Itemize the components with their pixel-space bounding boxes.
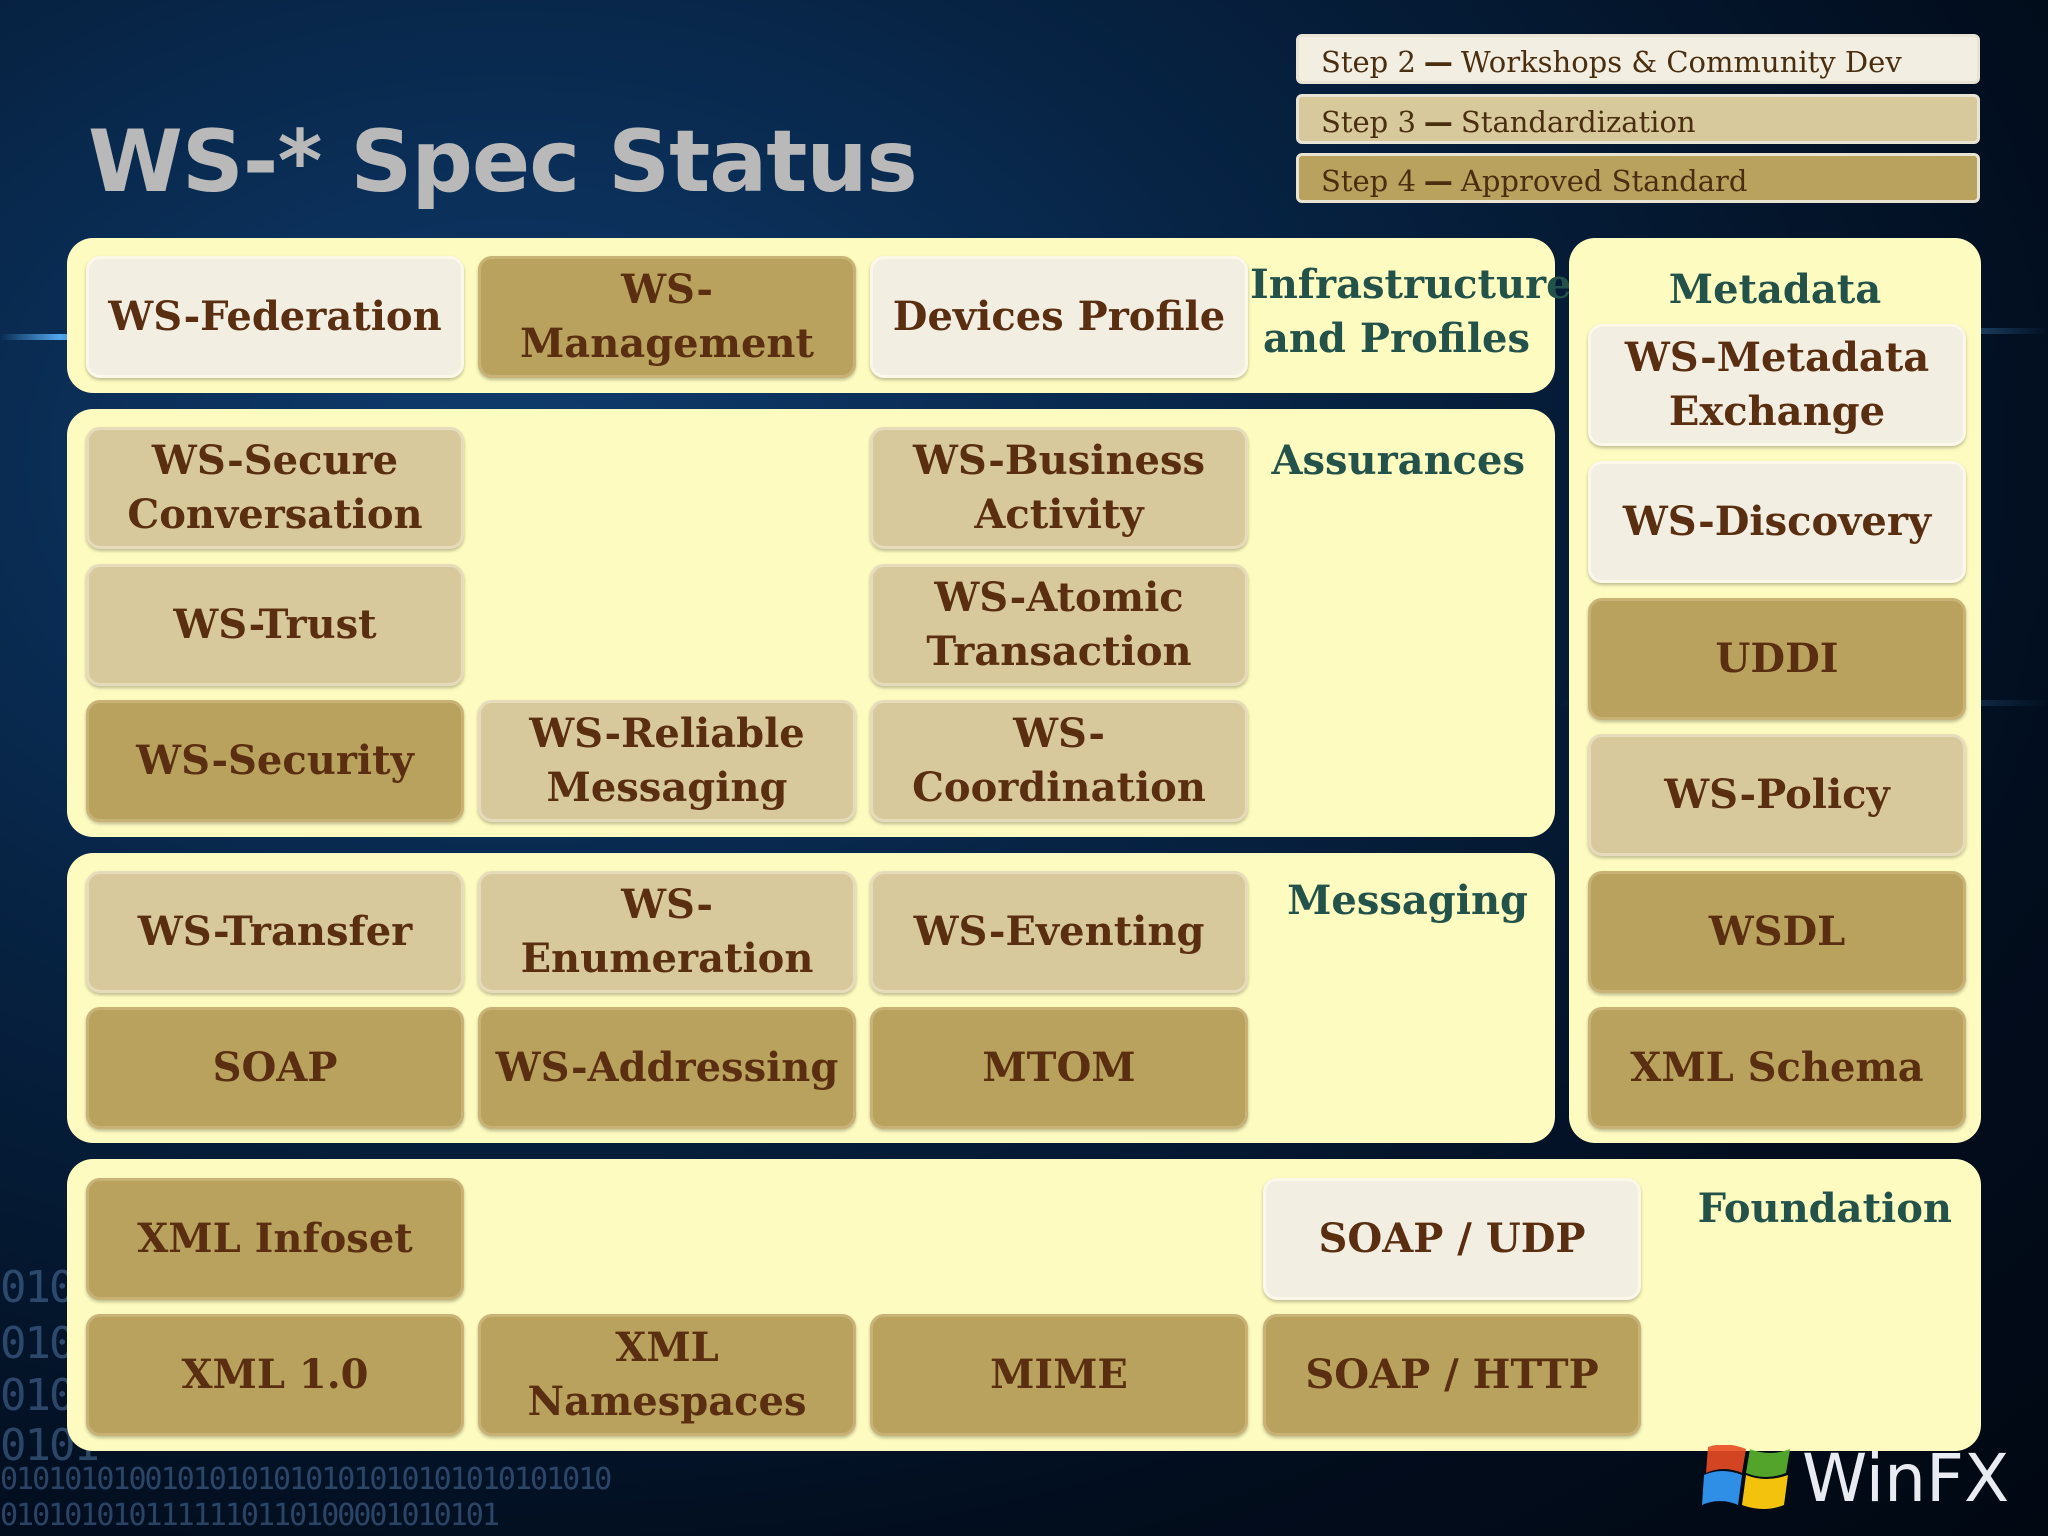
legend-step-desc: Standardization	[1460, 105, 1696, 139]
dash-icon: —	[1423, 105, 1453, 139]
spec-xml-1-0: XML 1.0	[86, 1314, 464, 1436]
spec-uddi: UDDI	[1588, 598, 1966, 720]
winfx-logo: WinFX	[1700, 1440, 2009, 1517]
messaging-title: Messaging	[1287, 877, 1528, 924]
spec-ws-business-activity: WS-Business Activity	[870, 427, 1248, 549]
spec-ws-trust: WS-Trust	[86, 564, 464, 686]
assurances-title: Assurances	[1271, 437, 1525, 484]
winfx-logo-text: WinFX	[1802, 1440, 2010, 1517]
legend-step-label: Step 2	[1321, 45, 1416, 79]
metadata-title: Metadata	[1668, 266, 1882, 313]
spec-xml-namespaces: XML Namespaces	[478, 1314, 856, 1436]
spec-ws-addressing: WS-Addressing	[478, 1007, 856, 1129]
spec-devices-profile: Devices Profile	[870, 256, 1248, 378]
spec-ws-management: WS-Management	[478, 256, 856, 378]
windows-flag-icon	[1700, 1443, 1792, 1513]
infrastructure-title: Infrastructure and Profiles	[1250, 261, 1572, 362]
foundation-title: Foundation	[1697, 1185, 1952, 1232]
legend-step-4: Step 4 — Approved Standard	[1296, 153, 1980, 203]
spec-ws-coordination: WS-Coordination	[870, 700, 1248, 822]
spec-ws-discovery: WS-Discovery	[1588, 461, 1966, 583]
spec-soap-http: SOAP / HTTP	[1263, 1314, 1641, 1436]
spec-ws-eventing: WS-Eventing	[870, 871, 1248, 993]
spec-ws-federation: WS-Federation	[86, 256, 464, 378]
spec-ws-policy: WS-Policy	[1588, 734, 1966, 856]
dash-icon: —	[1423, 164, 1453, 198]
spec-ws-reliable-messaging: WS-Reliable Messaging	[478, 700, 856, 822]
legend-step-label: Step 4	[1321, 164, 1416, 198]
legend-step-desc: Approved Standard	[1460, 164, 1748, 198]
spec-mime: MIME	[870, 1314, 1248, 1436]
spec-ws-secure-conversation: WS-Secure Conversation	[86, 427, 464, 549]
spec-mtom: MTOM	[870, 1007, 1248, 1129]
legend-step-3: Step 3 — Standardization	[1296, 94, 1980, 144]
page-title: WS-* Spec Status	[88, 112, 918, 212]
binary-digits: 0101010101111110110100001010101	[0, 1498, 500, 1533]
dash-icon: —	[1423, 45, 1453, 79]
spec-wsdl: WSDL	[1588, 871, 1966, 993]
spec-ws-transfer: WS-Transfer	[86, 871, 464, 993]
spec-ws-enumeration: WS-Enumeration	[478, 871, 856, 993]
legend-step-label: Step 3	[1321, 105, 1416, 139]
spec-ws-metadata-exchange: WS-Metadata Exchange	[1588, 324, 1966, 446]
legend-step-2: Step 2 — Workshops & Community Dev	[1296, 34, 1980, 84]
spec-xml-infoset: XML Infoset	[86, 1178, 464, 1300]
spec-ws-security: WS-Security	[86, 700, 464, 822]
spec-xml-schema: XML Schema	[1588, 1007, 1966, 1129]
spec-soap: SOAP	[86, 1007, 464, 1129]
spec-soap-udp: SOAP / UDP	[1263, 1178, 1641, 1300]
legend-step-desc: Workshops & Community Dev	[1460, 45, 1902, 79]
binary-digits: 01010101001010101010101010101010101010	[0, 1462, 612, 1497]
spec-ws-atomic-transaction: WS-Atomic Transaction	[870, 564, 1248, 686]
